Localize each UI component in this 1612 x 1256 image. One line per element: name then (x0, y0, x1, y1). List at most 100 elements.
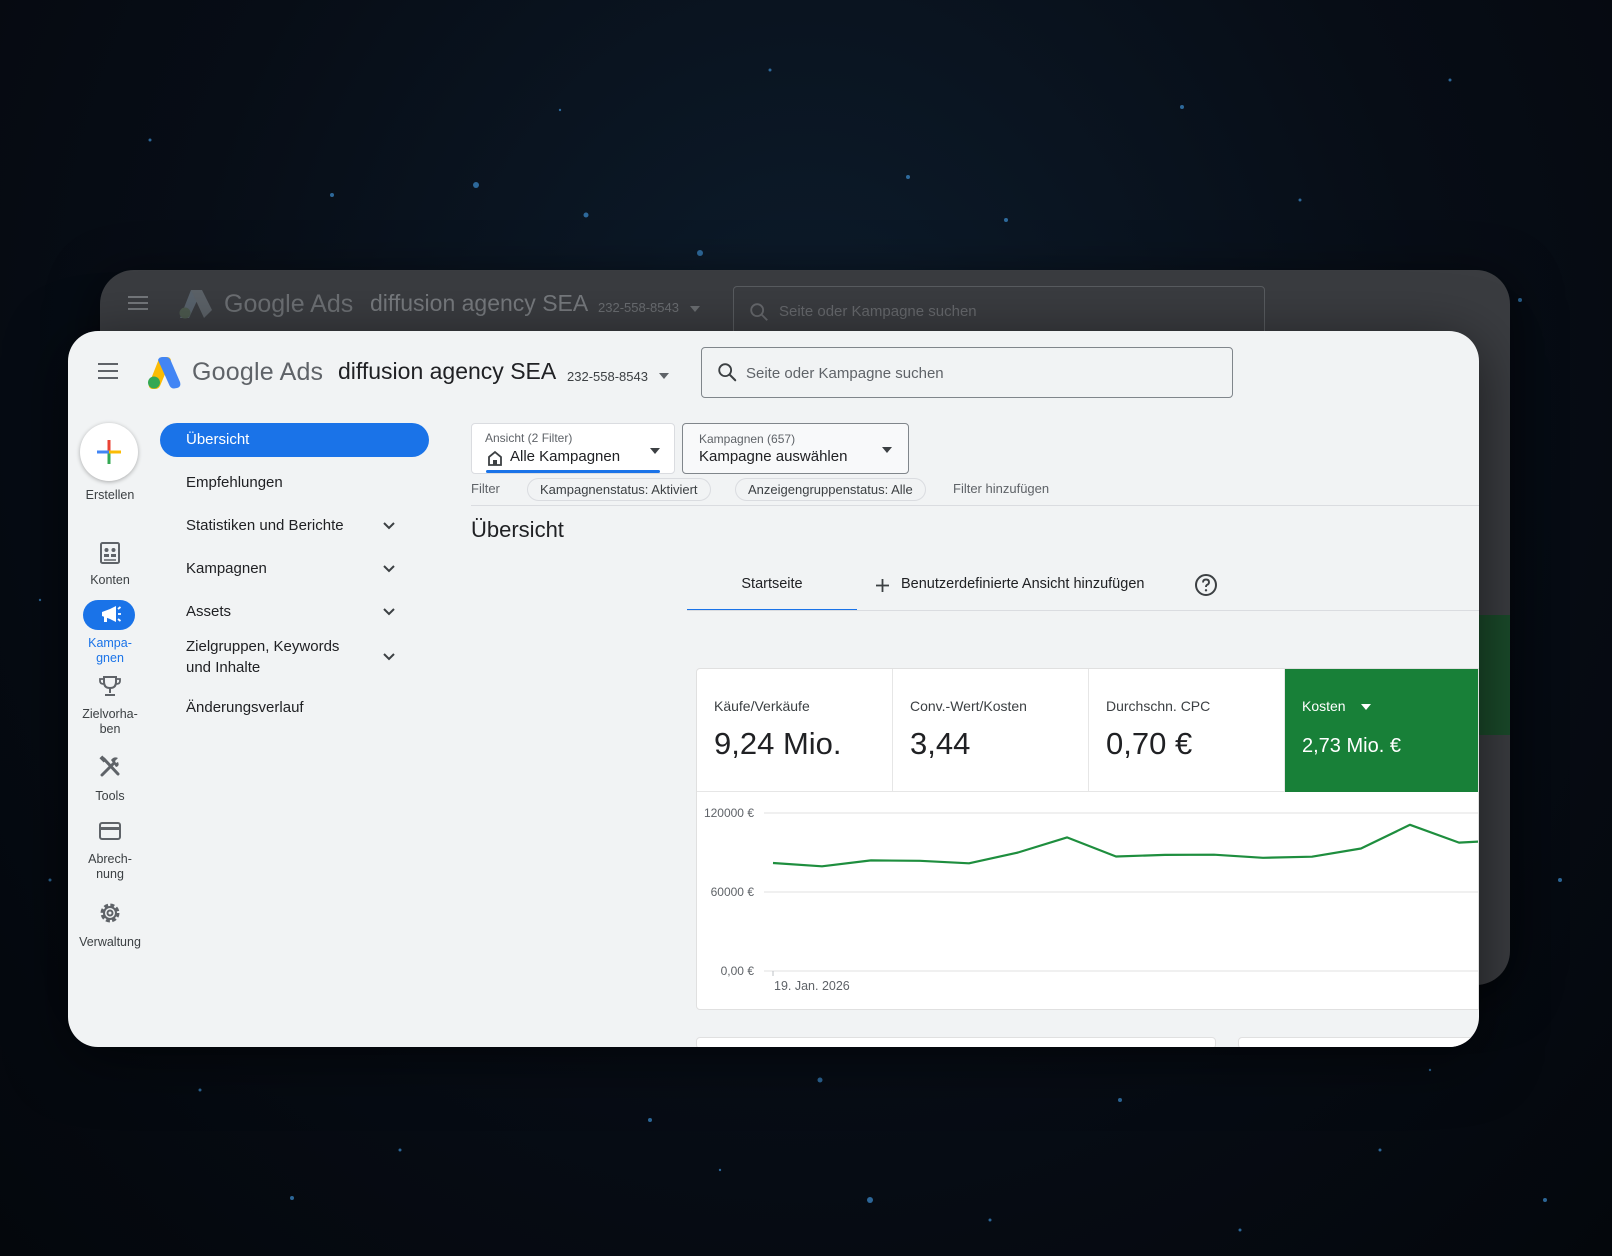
google-ads-brand: Google Ads (192, 358, 324, 386)
background-brand: Google Ads (224, 290, 354, 318)
rail-label-admin: Verwaltung (79, 935, 141, 949)
y-tick-label: 60000 € (711, 885, 755, 899)
nav-item-recommendations-label: Empfehlungen (186, 474, 283, 491)
tab-startseite[interactable]: Startseite (687, 563, 857, 611)
rail-label-billing: Abrech- nung (88, 852, 132, 881)
metric-card-avg-cpc[interactable]: Durchschn. CPC 0,70 € (1089, 669, 1285, 792)
rail-label-campaigns: Kampa- gnen (88, 636, 132, 665)
rail-item-campaigns[interactable]: Kampa- gnen (68, 600, 152, 668)
caret-down-icon (650, 448, 660, 454)
create-button[interactable] (80, 423, 138, 481)
nav-item-change-history[interactable]: Änderungsverlauf (160, 694, 429, 722)
rail-item-goals[interactable]: Zielvorha- ben (68, 672, 152, 744)
chevron-down-icon (383, 522, 395, 530)
campaigns-icon (102, 606, 122, 622)
metric-value: 0,70 € (1106, 726, 1193, 761)
metric-label: Conv.-Wert/Kosten (910, 698, 1027, 714)
google-ads-logo (148, 357, 181, 389)
page-title: Übersicht (471, 517, 564, 542)
chevron-down-icon (383, 565, 395, 573)
metric-value: 2,73 Mio. € (1302, 735, 1401, 757)
rail-item-accounts[interactable]: Konten (68, 536, 152, 596)
y-tick-label: 0,00 € (721, 964, 755, 978)
help-icon[interactable] (1194, 573, 1218, 597)
metric-card-purchases[interactable]: Käufe/Verkäufe 9,24 Mio. (697, 669, 893, 792)
account-name[interactable]: diffusion agency SEA (338, 358, 556, 385)
credit-card-icon (99, 822, 121, 840)
nav-item-recommendations[interactable]: Empfehlungen (160, 469, 429, 497)
accounts-icon (100, 542, 120, 564)
rail-label-tools: Tools (95, 789, 125, 803)
next-card-peek (1238, 1037, 1479, 1047)
background-header: Google Ads diffusion agency SEA 232-558-… (100, 270, 1510, 340)
rail-label-accounts: Konten (90, 573, 130, 587)
view-select-focus-line (486, 470, 660, 473)
tab-startseite-label: Startseite (741, 576, 803, 592)
metric-card-cost[interactable]: Kosten 2,73 Mio. € (1285, 669, 1478, 792)
view-select-caption: Ansicht (2 Filter) (485, 431, 573, 445)
account-id[interactable]: 232-558-8543 (567, 369, 648, 384)
nav-item-assets[interactable]: Assets (160, 598, 429, 626)
background-account-id: 232-558-8543 (598, 300, 679, 315)
nav-item-overview-label: Übersicht (186, 431, 250, 448)
filter-chip-adgroup-status[interactable]: Anzeigengruppenstatus: Alle (735, 478, 926, 501)
nav-item-change-history-label: Änderungsverlauf (186, 699, 304, 716)
rail-item-admin[interactable]: Verwaltung (68, 899, 152, 959)
metric-value: 3,44 (910, 726, 971, 761)
nav-item-campaigns[interactable]: Kampagnen (160, 555, 429, 583)
home-icon (488, 450, 502, 466)
view-select[interactable]: Ansicht (2 Filter) Alle Kampagnen (471, 423, 675, 474)
chevron-down-icon (383, 653, 395, 661)
filter-label: Filter (471, 481, 500, 496)
view-select-value: Alle Kampagnen (510, 448, 621, 465)
background-account-name: diffusion agency SEA (370, 290, 589, 316)
filter-divider (471, 505, 1479, 506)
metric-label: Durchschn. CPC (1106, 698, 1211, 714)
chevron-down-icon (383, 608, 395, 616)
add-filter-link[interactable]: Filter hinzufügen (953, 481, 1049, 496)
campaign-select[interactable]: Kampagnen (657) Kampagne auswählen (682, 423, 909, 474)
nav-item-overview[interactable]: Übersicht (160, 423, 429, 457)
nav-item-campaigns-label: Kampagnen (186, 560, 267, 577)
rail-item-billing[interactable]: Abrech- nung (68, 817, 152, 887)
gear-icon (100, 903, 120, 923)
metric-label: Kosten (1302, 698, 1346, 714)
plus-icon (97, 440, 121, 464)
plus-icon (876, 579, 889, 592)
tabs-divider (687, 610, 1479, 611)
metric-label: Käufe/Verkäufe (714, 698, 810, 714)
background-green-panel (1478, 615, 1510, 735)
nav-item-audiences-label: Zielgruppen, Keywords und Inhalte (186, 638, 340, 676)
account-switcher-caret-icon[interactable] (659, 373, 669, 379)
search-icon (718, 363, 737, 382)
caret-down-icon (882, 447, 892, 453)
nav-item-audiences[interactable]: Zielgruppen, Keywords und Inhalte (160, 634, 429, 680)
rail-label-goals: Zielvorha- ben (82, 707, 138, 736)
nav-item-reports[interactable]: Statistiken und Berichte (160, 512, 429, 540)
rail-item-tools[interactable]: Tools (68, 753, 152, 813)
background-caret-icon (690, 306, 700, 312)
nav-item-reports-label: Statistiken und Berichte (186, 517, 344, 534)
tools-icon (99, 755, 120, 777)
metric-card-conv-value[interactable]: Conv.-Wert/Kosten 3,44 (893, 669, 1089, 792)
x-axis-start-label: 19. Jan. 2026 (774, 979, 850, 993)
background-search-icon (750, 303, 768, 321)
performance-panel: Käufe/Verkäufe 9,24 Mio. Conv.-Wert/Kost… (696, 668, 1479, 1010)
cost-series-line (772, 823, 1478, 868)
metric-value: 9,24 Mio. (714, 726, 842, 761)
nav-item-assets-label: Assets (186, 603, 232, 620)
background-menu-icon (128, 296, 148, 310)
create-label: Erstellen (85, 488, 135, 502)
trophy-icon (99, 676, 121, 696)
campaign-select-value: Kampagne auswählen (699, 448, 848, 465)
caret-down-icon (1361, 704, 1371, 710)
google-ads-window: Google Ads diffusion agency SEA 232-558-… (68, 331, 1479, 1047)
filter-chip-campaign-status[interactable]: Kampagnenstatus: Aktiviert (527, 478, 711, 501)
search-box[interactable] (701, 347, 1233, 398)
next-card-peek (696, 1037, 1216, 1047)
add-custom-view-label: Benutzerdefinierte Ansicht hinzufügen (901, 576, 1145, 592)
main-menu-button[interactable] (96, 363, 120, 383)
background-google-ads-logo (179, 290, 212, 319)
search-input[interactable] (746, 362, 1216, 384)
y-tick-label: 120000 € (704, 806, 754, 820)
